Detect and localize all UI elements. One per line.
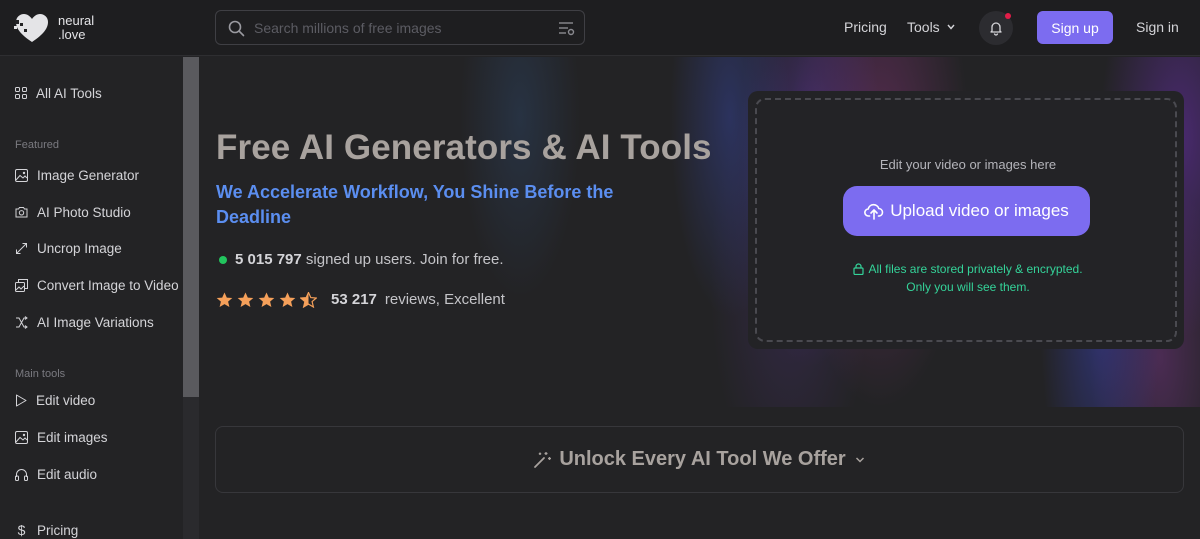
sidebar-item-label: Convert Image to Video bbox=[37, 277, 179, 293]
privacy-line-2: Only you will see them. bbox=[906, 280, 1030, 294]
sidebar-item-edit-audio[interactable]: Edit audio bbox=[15, 464, 97, 484]
logo[interactable]: neural .love bbox=[14, 12, 94, 44]
upload-hint: Edit your video or images here bbox=[879, 157, 1057, 172]
nav-tools-menu[interactable]: Tools bbox=[907, 19, 956, 35]
upload-button-label: Upload video or images bbox=[890, 201, 1069, 220]
filter-settings-icon[interactable] bbox=[558, 20, 576, 36]
sidebar-item-label: AI Photo Studio bbox=[37, 204, 131, 220]
star-rating bbox=[216, 291, 317, 308]
unlock-label: Unlock Every AI Tool We Offer bbox=[559, 448, 846, 470]
sidebar-item-edit-images[interactable]: Edit images bbox=[15, 427, 108, 447]
sidebar-item-label: Image Generator bbox=[37, 167, 140, 183]
sidebar-item-all-ai-tools[interactable]: All AI Tools bbox=[15, 83, 102, 103]
sidebar-heading-featured: Featured bbox=[15, 139, 60, 151]
sidebar-item-label: Pricing bbox=[37, 522, 79, 538]
upload-card: Edit your video or images here Upload vi… bbox=[748, 91, 1184, 349]
image-to-video-icon bbox=[15, 278, 28, 292]
sidebar-item-pricing[interactable]: $ Pricing bbox=[15, 520, 79, 539]
sidebar-item-edit-video[interactable]: Edit video bbox=[15, 390, 95, 410]
notification-dot bbox=[1005, 13, 1011, 19]
headphones-icon bbox=[15, 468, 28, 481]
upload-button[interactable]: Upload video or images bbox=[843, 186, 1090, 236]
sidebar-item-label: Edit video bbox=[36, 392, 96, 408]
star-icon bbox=[237, 292, 254, 307]
cloud-upload-icon bbox=[864, 203, 884, 220]
sidebar-item-uncrop-image[interactable]: Uncrop Image bbox=[15, 238, 122, 258]
top-header: neural .love Pricing Tools Sign up Sign … bbox=[0, 0, 1200, 56]
privacy-line-1: All files are stored privately & encrypt… bbox=[868, 262, 1083, 276]
signed-up-users-stat: 5 015 797 signed up users. Join for free… bbox=[219, 251, 504, 268]
chevron-down-icon bbox=[855, 456, 864, 463]
bell-icon bbox=[990, 22, 1002, 36]
shuffle-icon bbox=[16, 315, 28, 329]
hero-subtitle: We Accelerate Workflow, You Shine Before… bbox=[216, 182, 614, 227]
play-icon bbox=[16, 394, 27, 406]
users-count: 5 015 797 bbox=[235, 251, 302, 268]
camera-icon bbox=[15, 207, 28, 218]
grid-icon bbox=[15, 87, 27, 99]
search-bar bbox=[215, 10, 585, 45]
lock-icon bbox=[853, 263, 865, 275]
nav-pricing-link[interactable]: Pricing bbox=[844, 19, 887, 35]
notifications-button[interactable] bbox=[979, 11, 1013, 45]
star-icon bbox=[279, 292, 296, 307]
sidebar-item-label: Edit audio bbox=[37, 466, 98, 482]
reviews-count: 53 217 bbox=[331, 291, 377, 308]
reviews-text: reviews, Excellent bbox=[384, 291, 505, 308]
privacy-note: All files are stored privately & encrypt… bbox=[757, 260, 1179, 296]
star-half-icon bbox=[300, 291, 317, 308]
chevron-down-icon bbox=[947, 24, 955, 30]
logo-line-1: neural bbox=[58, 13, 95, 28]
sidebar-scroll-thumb[interactable] bbox=[183, 57, 199, 397]
sidebar-item-label: AI Image Variations bbox=[37, 314, 154, 330]
dollar-icon: $ bbox=[17, 522, 26, 538]
sidebar-item-ai-photo-studio[interactable]: AI Photo Studio bbox=[15, 202, 131, 222]
sidebar-heading-main-tools: Main tools bbox=[15, 368, 66, 380]
online-status-dot bbox=[219, 255, 227, 264]
sidebar-item-ai-image-variations[interactable]: AI Image Variations bbox=[15, 312, 154, 332]
star-icon bbox=[216, 292, 233, 307]
sidebar-item-label: Edit images bbox=[37, 429, 108, 445]
sidebar-item-convert-image-to-video[interactable]: Convert Image to Video bbox=[15, 275, 179, 295]
signin-link[interactable]: Sign in bbox=[1136, 19, 1179, 35]
users-text: signed up users. Join for free. bbox=[305, 251, 504, 268]
image-icon bbox=[15, 168, 28, 182]
search-icon bbox=[228, 20, 245, 37]
nav-tools-label: Tools bbox=[907, 19, 940, 35]
upload-dropzone[interactable]: Edit your video or images here Upload vi… bbox=[755, 98, 1177, 342]
sidebar-item-label: Uncrop Image bbox=[37, 240, 122, 256]
image-icon bbox=[15, 430, 28, 444]
magic-wand-icon bbox=[534, 451, 552, 468]
sidebar-item-image-generator[interactable]: Image Generator bbox=[15, 165, 139, 185]
unlock-all-tools-toggle[interactable]: Unlock Every AI Tool We Offer bbox=[215, 426, 1184, 493]
neural-love-logo-icon bbox=[14, 14, 48, 42]
logo-line-2: .love bbox=[58, 27, 86, 42]
hero-title: Free AI Generators & AI Tools bbox=[216, 128, 712, 167]
signup-button[interactable]: Sign up bbox=[1037, 11, 1113, 44]
reviews-rating: 53 217 reviews, Excellent bbox=[216, 291, 505, 308]
sidebar-item-label: All AI Tools bbox=[36, 85, 102, 101]
star-icon bbox=[258, 292, 275, 307]
search-input[interactable] bbox=[254, 11, 544, 44]
expand-icon bbox=[16, 242, 27, 254]
